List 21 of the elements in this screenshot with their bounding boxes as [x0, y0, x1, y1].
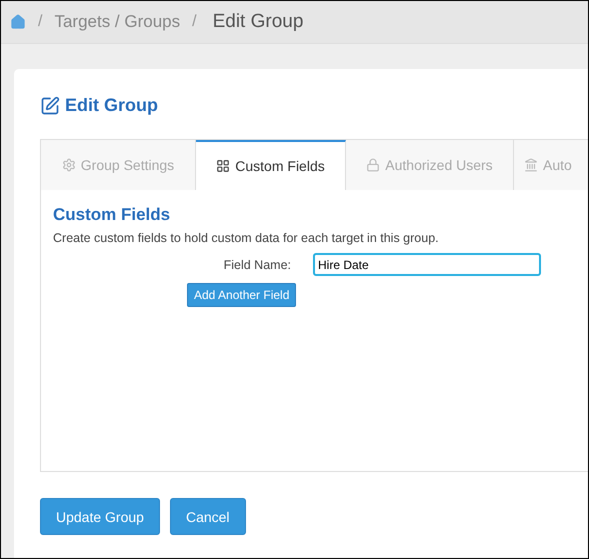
tab[interactable]: Custom Fields [196, 140, 346, 190]
breadcrumb-current: Edit Group [212, 11, 304, 33]
breadcrumb-separator: / [192, 13, 197, 31]
input-field[interactable]: Hire Date [313, 253, 541, 276]
grid-icon [216, 159, 230, 173]
building-icon [524, 158, 538, 172]
section-heading: Custom Fields [53, 205, 172, 225]
lock-icon [366, 158, 380, 172]
page-title: Edit Group [65, 95, 158, 116]
edit-icon [40, 96, 60, 116]
update-button[interactable]: Update Group [40, 498, 160, 535]
tab[interactable]: Auto [514, 140, 588, 190]
add-field-button[interactable]: Add Another Field [187, 283, 296, 307]
gear-icon [62, 158, 76, 172]
breadcrumb-separator: / [38, 13, 42, 31]
description: Create custom fields to hold custom data for each target in this group. [53, 231, 440, 245]
home-icon[interactable] [10, 14, 26, 30]
breadcrumb-link[interactable]: Targets / Groups [54, 12, 180, 32]
tab[interactable]: Authorized Users [346, 140, 514, 190]
cancel-button[interactable]: Cancel [170, 498, 246, 535]
field-label: Field Name: [222, 258, 291, 272]
